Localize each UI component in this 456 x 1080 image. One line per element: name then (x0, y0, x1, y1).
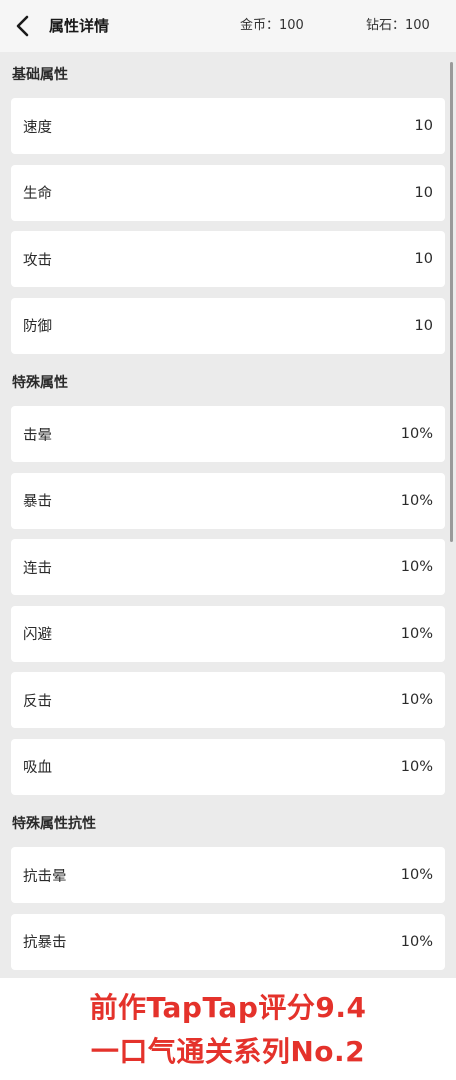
attribute-row-stun: 击晕 10% (11, 406, 445, 462)
attribute-value: 10% (400, 867, 433, 883)
attribute-value: 10% (400, 933, 433, 950)
attribute-label: 反击 (23, 693, 52, 710)
back-button[interactable] (10, 12, 38, 40)
diamond-counter: 钻石：100 (366, 18, 430, 33)
attribute-label: 防御 (23, 319, 52, 335)
section-special-attributes: 特殊属性 击晕 10% 暴击 10% 连击 10% 闪避 10% 反击 10% … (0, 360, 456, 795)
attribute-label: 抗暴击 (23, 935, 67, 951)
section-basic-attributes: 基础属性 速度 10 生命 10 攻击 10 防御 10 (0, 52, 456, 354)
attribute-list[interactable]: 基础属性 速度 10 生命 10 攻击 10 防御 10 特殊属性 击晕 10%… (0, 52, 456, 978)
promo-line-rating: 前作TapTap评分9.4 (89, 991, 367, 1024)
attribute-value: 10% (400, 426, 433, 442)
attribute-row-counter: 反击 10% (11, 672, 445, 728)
attribute-value: 10 (414, 184, 433, 201)
attribute-row-defense: 防御 10 (11, 297, 445, 354)
attribute-label: 生命 (23, 186, 52, 202)
gold-counter: 金币：100 (240, 18, 304, 33)
attribute-row-crit: 暴击 10% (11, 472, 445, 529)
top-bar: 属性详情 金币：100 钻石：100 (0, 0, 456, 52)
attribute-value: 10 (414, 251, 433, 267)
section-title: 特殊属性 (12, 375, 68, 391)
promo-banner: 前作TapTap评分9.4 一口气通关系列No.2 (0, 978, 456, 1080)
section-special-resistances: 特殊属性抗性 抗击晕 10% 抗暴击 10% (0, 801, 456, 978)
attribute-value: 10% (400, 758, 433, 775)
attribute-row-stun-resist: 抗击晕 10% (11, 847, 445, 903)
attribute-value: 10 (414, 317, 433, 334)
attribute-value: 10% (400, 625, 433, 642)
attribute-label: 攻击 (23, 252, 52, 269)
attribute-row-crit-resist: 抗暴击 10% (11, 913, 445, 970)
promo-line-series: 一口气通关系列No.2 (90, 1035, 366, 1068)
attribute-row-lifesteal: 吸血 10% (11, 738, 445, 795)
attribute-label: 抗击晕 (23, 868, 67, 885)
page-title: 属性详情 (49, 17, 110, 35)
attribute-row-dodge: 闪避 10% (11, 605, 445, 662)
attribute-label: 速度 (23, 119, 52, 136)
scrollbar[interactable] (450, 62, 453, 542)
attribute-row-health: 生命 10 (11, 164, 445, 221)
attribute-label: 吸血 (23, 760, 52, 776)
attribute-value: 10% (400, 559, 433, 575)
attribute-row-speed: 速度 10 (11, 98, 445, 154)
chevron-left-icon (16, 15, 29, 37)
attribute-value: 10 (414, 118, 433, 134)
attribute-label: 击晕 (23, 427, 52, 444)
attribute-value: 10% (400, 492, 433, 509)
attribute-label: 闪避 (23, 627, 52, 643)
attribute-label: 暴击 (23, 494, 52, 510)
section-title: 特殊属性抗性 (12, 816, 96, 832)
section-title: 基础属性 (12, 67, 68, 83)
attribute-row-attack: 攻击 10 (11, 231, 445, 287)
attribute-label: 连击 (23, 560, 52, 577)
attribute-row-combo: 连击 10% (11, 539, 445, 595)
attribute-value: 10% (400, 692, 433, 708)
